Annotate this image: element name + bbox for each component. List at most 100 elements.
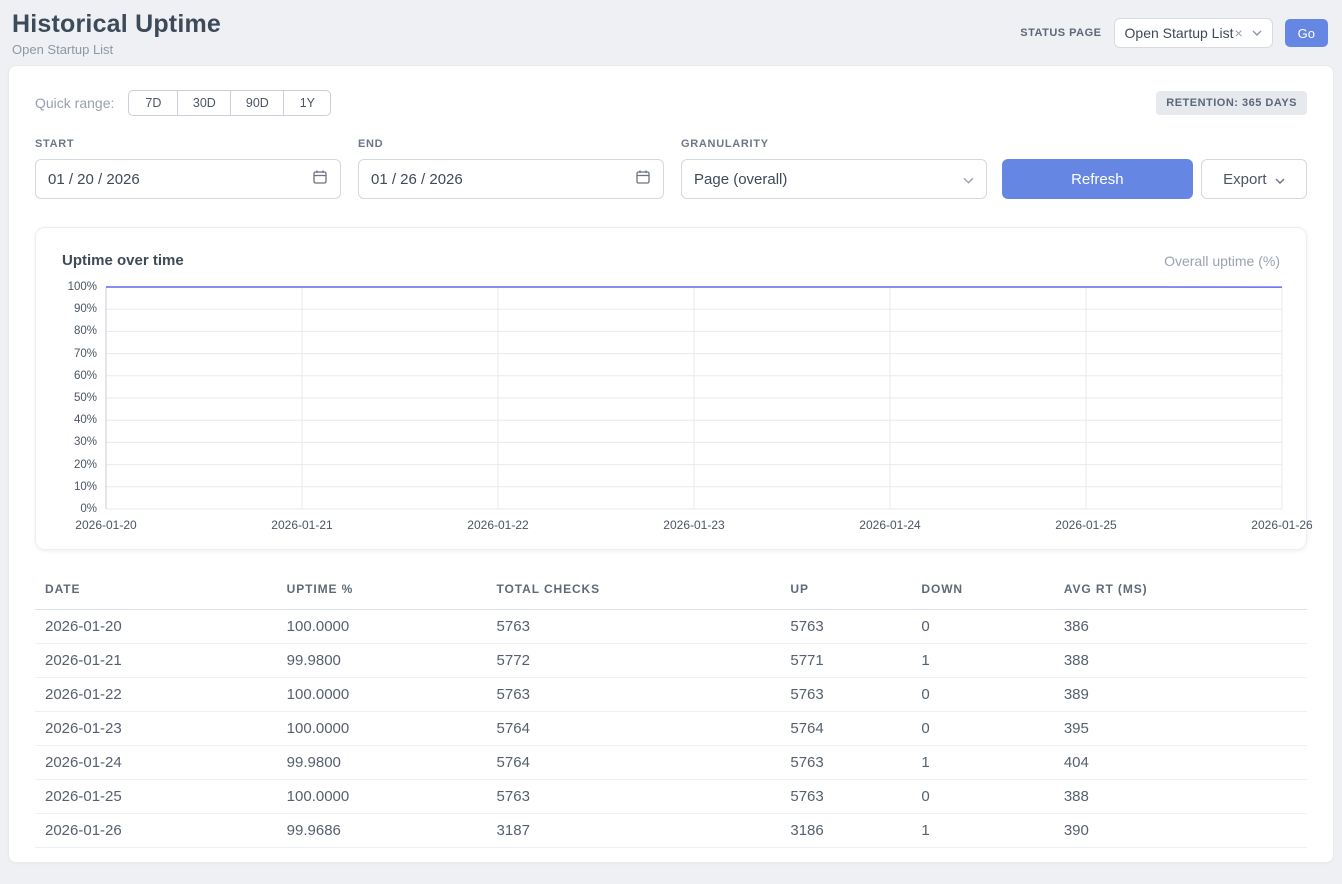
x-tick-label: 2026-01-20	[75, 518, 136, 532]
y-tick-label: 0%	[80, 503, 97, 515]
status-page-label: STATUS PAGE	[1020, 27, 1101, 39]
end-date-input[interactable]: 01 / 26 / 2026	[358, 159, 664, 199]
y-tick-label: 80%	[74, 325, 97, 337]
quick-range-30d-button[interactable]: 30D	[177, 90, 231, 116]
x-tick-label: 2026-01-22	[467, 518, 528, 532]
y-tick-label: 90%	[74, 303, 97, 315]
table-cell: 2026-01-21	[35, 644, 277, 678]
table-cell: 1	[911, 746, 1053, 780]
quick-range-group: 7D30D90D1Y	[128, 90, 331, 116]
x-tick-label: 2026-01-21	[271, 518, 332, 532]
table-cell: 5763	[487, 780, 781, 814]
retention-badge: RETENTION: 365 DAYS	[1156, 91, 1307, 115]
table-header-cell: UP	[780, 574, 911, 610]
x-axis-labels: 2026-01-202026-01-212026-01-222026-01-23…	[106, 518, 1282, 533]
table-header-cell: TOTAL CHECKS	[487, 574, 781, 610]
table-row: 2026-01-22100.0000576357630389	[35, 678, 1307, 712]
table-cell: 395	[1054, 712, 1307, 746]
status-page-value: Open Startup List	[1125, 25, 1234, 41]
y-tick-label: 30%	[74, 436, 97, 448]
table-row: 2026-01-2699.9686318731861390	[35, 814, 1307, 848]
quick-range-1y-button[interactable]: 1Y	[283, 90, 331, 116]
uptime-chart-svg	[106, 287, 1282, 509]
table-cell: 100.0000	[277, 712, 487, 746]
status-page-select[interactable]: Open Startup List ×	[1114, 18, 1273, 48]
table-header-cell: DOWN	[911, 574, 1053, 610]
table-cell: 5764	[487, 746, 781, 780]
page-heading-block: Historical Uptime Open Startup List	[12, 10, 221, 57]
page-title: Historical Uptime	[12, 10, 221, 39]
end-date-label: END	[358, 138, 664, 150]
x-tick-label: 2026-01-26	[1251, 518, 1312, 532]
page-header: Historical Uptime Open Startup List STAT…	[0, 0, 1342, 65]
quick-range-label: Quick range:	[35, 95, 114, 111]
table-cell: 5763	[780, 678, 911, 712]
table-cell: 388	[1054, 780, 1307, 814]
end-date-value: 01 / 26 / 2026	[371, 171, 463, 188]
table-row: 2026-01-2499.9800576457631404	[35, 746, 1307, 780]
daily-uptime-table: DATEUPTIME %TOTAL CHECKSUPDOWNAVG RT (MS…	[35, 574, 1307, 848]
table-row: 2026-01-20100.0000576357630386	[35, 610, 1307, 644]
granularity-label: GRANULARITY	[681, 138, 987, 150]
table-cell: 404	[1054, 746, 1307, 780]
table-cell: 3187	[487, 814, 781, 848]
table-cell: 5764	[780, 712, 911, 746]
table-cell: 2026-01-24	[35, 746, 277, 780]
chevron-down-icon	[1275, 171, 1285, 188]
start-date-value: 01 / 20 / 2026	[48, 171, 140, 188]
y-tick-label: 40%	[74, 414, 97, 426]
granularity-select[interactable]: Page (overall)	[681, 159, 987, 199]
quick-range-7d-button[interactable]: 7D	[128, 90, 178, 116]
start-date-label: START	[35, 138, 341, 150]
clear-icon[interactable]: ×	[1234, 25, 1242, 41]
filter-row: START 01 / 20 / 2026 END 01 / 26 / 2026	[35, 138, 1307, 199]
table-cell: 100.0000	[277, 780, 487, 814]
table-header-cell: UPTIME %	[277, 574, 487, 610]
table-cell: 1	[911, 814, 1053, 848]
page-subtitle: Open Startup List	[12, 42, 221, 57]
y-tick-label: 100%	[68, 281, 97, 293]
chevron-down-icon	[963, 171, 974, 188]
table-cell: 99.9800	[277, 746, 487, 780]
start-date-input[interactable]: 01 / 20 / 2026	[35, 159, 341, 199]
start-date-field-group: START 01 / 20 / 2026	[35, 138, 341, 199]
table-cell: 2026-01-22	[35, 678, 277, 712]
table-cell: 0	[911, 610, 1053, 644]
y-tick-label: 50%	[74, 392, 97, 404]
granularity-value: Page (overall)	[694, 171, 787, 188]
table-cell: 5763	[487, 678, 781, 712]
table-header-cell: AVG RT (MS)	[1054, 574, 1307, 610]
end-date-field-group: END 01 / 26 / 2026	[358, 138, 664, 199]
export-button-label: Export	[1223, 171, 1266, 188]
table-body: 2026-01-20100.00005763576303862026-01-21…	[35, 610, 1307, 848]
table-cell: 100.0000	[277, 678, 487, 712]
y-tick-label: 70%	[74, 348, 97, 360]
table-row: 2026-01-2199.9800577257711388	[35, 644, 1307, 678]
table-row: 2026-01-25100.0000576357630388	[35, 780, 1307, 814]
granularity-field-group: GRANULARITY Page (overall)	[681, 138, 987, 199]
main-panel: Quick range: 7D30D90D1Y RETENTION: 365 D…	[8, 65, 1334, 863]
chart-title: Uptime over time	[62, 252, 184, 269]
calendar-icon[interactable]	[312, 169, 328, 189]
calendar-icon[interactable]	[635, 169, 651, 189]
table-cell: 99.9686	[277, 814, 487, 848]
x-tick-label: 2026-01-25	[1055, 518, 1116, 532]
table-cell: 2026-01-25	[35, 780, 277, 814]
table-cell: 5764	[487, 712, 781, 746]
table-cell: 1	[911, 644, 1053, 678]
go-button[interactable]: Go	[1285, 19, 1328, 47]
export-button[interactable]: Export	[1201, 159, 1307, 199]
table-cell: 386	[1054, 610, 1307, 644]
header-controls: STATUS PAGE Open Startup List × Go	[1020, 18, 1328, 48]
table-cell: 5772	[487, 644, 781, 678]
table-cell: 2026-01-23	[35, 712, 277, 746]
table-cell: 5771	[780, 644, 911, 678]
table-cell: 3186	[780, 814, 911, 848]
refresh-button[interactable]: Refresh	[1002, 159, 1193, 199]
chart-legend: Overall uptime (%)	[1164, 253, 1280, 269]
chart-plot-area	[106, 287, 1282, 509]
y-tick-label: 20%	[74, 459, 97, 471]
table-cell: 0	[911, 780, 1053, 814]
quick-range-90d-button[interactable]: 90D	[230, 90, 284, 116]
quick-range-row: Quick range: 7D30D90D1Y RETENTION: 365 D…	[35, 90, 1307, 116]
